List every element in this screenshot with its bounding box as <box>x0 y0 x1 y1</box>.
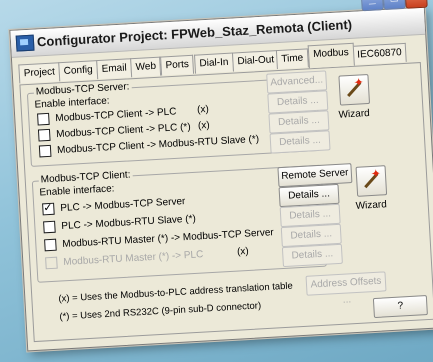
server-group-title: Modbus-TCP Server: <box>33 81 132 98</box>
server-option-mark: (x) <box>197 119 210 132</box>
close-button[interactable]: × <box>404 0 428 9</box>
modbus-tab-panel: Modbus-TCP Server: Enable interface: Mod… <box>19 62 433 343</box>
tab-time[interactable]: Time <box>275 48 309 70</box>
server-details-button[interactable]: Details ... <box>269 130 331 154</box>
server-wizard-label: Wizard <box>338 107 370 121</box>
client-option-checkbox[interactable] <box>42 202 55 216</box>
client-wizard-button[interactable]: ✦ <box>355 165 388 197</box>
tab-bar: Project Config Email Web Ports Dial-In D… <box>18 42 408 85</box>
server-option-mark: (x) <box>196 103 210 116</box>
server-enable-label: Enable interface: <box>34 95 110 111</box>
configurator-window: Configurator Project: FPWeb_Staz_Remota … <box>9 0 433 352</box>
client-option-checkbox[interactable] <box>45 256 58 270</box>
server-option-checkbox[interactable] <box>38 144 52 158</box>
client-option-checkbox[interactable] <box>43 220 56 234</box>
tab-ports[interactable]: Ports <box>160 54 195 76</box>
server-option-label: Modbus-TCP Client -> PLC <box>55 106 177 125</box>
client-wizard-label: Wizard <box>355 199 388 212</box>
tab-dial-out[interactable]: Dial-Out <box>231 49 280 72</box>
client-group-title: Modbus-TCP Client: <box>38 169 133 186</box>
rs232-note: (*) = Uses 2nd RS232C (9-pin sub-D conne… <box>59 300 262 323</box>
address-offsets-button[interactable]: Address Offsets ... <box>305 271 387 306</box>
client-details-button[interactable]: Details ... <box>281 243 343 268</box>
client-option-checkbox[interactable] <box>44 238 57 252</box>
tab-iec60870[interactable]: IEC60870 <box>351 42 408 65</box>
tab-dial-in[interactable]: Dial-In <box>194 52 234 74</box>
client-option-mark: (x) <box>236 245 250 258</box>
server-option-checkbox[interactable] <box>37 128 51 142</box>
client-enable-label: Enable interface: <box>39 183 115 199</box>
stage: Configurator Project: FPWeb_Staz_Remota … <box>8 0 433 352</box>
tab-email[interactable]: Email <box>96 58 133 80</box>
client-option-label: Modbus-RTU Master (*) -> PLC <box>63 249 204 268</box>
sparkle-icon: ✦ <box>370 166 382 181</box>
app-icon <box>15 34 35 52</box>
remote-server-button[interactable]: Remote Server <box>277 163 353 188</box>
tab-web[interactable]: Web <box>130 56 162 78</box>
tab-project[interactable]: Project <box>18 62 61 84</box>
minimize-button[interactable]: _ <box>360 0 384 12</box>
help-button[interactable]: ? <box>372 295 428 319</box>
tab-config[interactable]: Config <box>58 60 99 82</box>
server-wizard-button[interactable]: ✦ <box>338 73 371 106</box>
client-option-label: PLC -> Modbus-RTU Slave (*) <box>61 213 197 232</box>
server-option-checkbox[interactable] <box>37 112 50 126</box>
client-option-label: PLC -> Modbus-TCP Server <box>60 196 186 215</box>
tab-modbus[interactable]: Modbus <box>307 42 355 69</box>
sparkle-icon: ✦ <box>353 75 365 90</box>
maximize-button[interactable]: □ <box>382 0 406 11</box>
window-title: Configurator Project: FPWeb_Staz_Remota … <box>36 16 353 50</box>
